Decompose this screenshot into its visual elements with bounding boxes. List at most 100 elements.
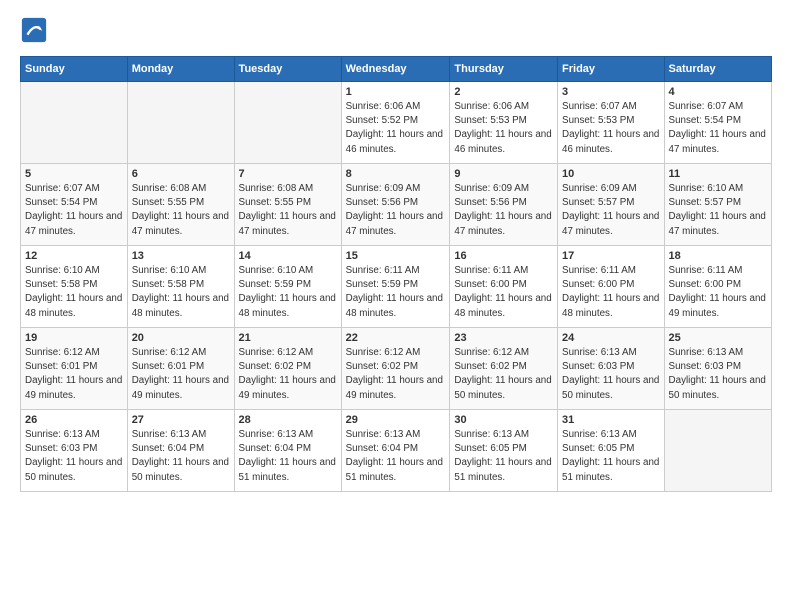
day-info: Sunrise: 6:12 AM Sunset: 6:02 PM Dayligh…	[454, 346, 553, 403]
day-info: Sunrise: 6:10 AM Sunset: 5:58 PM Dayligh…	[132, 264, 230, 321]
day-info: Sunrise: 6:13 AM Sunset: 6:03 PM Dayligh…	[25, 428, 123, 485]
day-info: Sunrise: 6:11 AM Sunset: 6:00 PM Dayligh…	[669, 264, 767, 321]
calendar-cell: 26 Sunrise: 6:13 AM Sunset: 6:03 PM Dayli…	[21, 410, 128, 492]
day-number: 29	[346, 414, 446, 426]
day-number: 18	[669, 250, 767, 262]
day-number: 4	[669, 86, 767, 98]
day-info: Sunrise: 6:06 AM Sunset: 5:52 PM Dayligh…	[346, 100, 446, 157]
day-info: Sunrise: 6:12 AM Sunset: 6:01 PM Dayligh…	[25, 346, 123, 403]
day-number: 15	[346, 250, 446, 262]
day-info: Sunrise: 6:06 AM Sunset: 5:53 PM Dayligh…	[454, 100, 553, 157]
calendar-cell: 14 Sunrise: 6:10 AM Sunset: 5:59 PM Dayli…	[234, 246, 341, 328]
day-info: Sunrise: 6:07 AM Sunset: 5:54 PM Dayligh…	[669, 100, 767, 157]
day-number: 19	[25, 332, 123, 344]
day-info: Sunrise: 6:12 AM Sunset: 6:01 PM Dayligh…	[132, 346, 230, 403]
calendar-cell: 21 Sunrise: 6:12 AM Sunset: 6:02 PM Dayli…	[234, 328, 341, 410]
day-number: 23	[454, 332, 553, 344]
day-number: 20	[132, 332, 230, 344]
calendar-cell: 20 Sunrise: 6:12 AM Sunset: 6:01 PM Dayli…	[127, 328, 234, 410]
calendar-cell: 23 Sunrise: 6:12 AM Sunset: 6:02 PM Dayli…	[450, 328, 558, 410]
day-info: Sunrise: 6:08 AM Sunset: 5:55 PM Dayligh…	[132, 182, 230, 239]
calendar-cell	[664, 410, 771, 492]
day-number: 1	[346, 86, 446, 98]
day-info: Sunrise: 6:12 AM Sunset: 6:02 PM Dayligh…	[239, 346, 337, 403]
day-number: 13	[132, 250, 230, 262]
col-header-sunday: Sunday	[21, 57, 128, 82]
day-info: Sunrise: 6:13 AM Sunset: 6:03 PM Dayligh…	[562, 346, 660, 403]
day-number: 3	[562, 86, 660, 98]
day-number: 14	[239, 250, 337, 262]
day-info: Sunrise: 6:13 AM Sunset: 6:04 PM Dayligh…	[239, 428, 337, 485]
day-number: 21	[239, 332, 337, 344]
day-number: 5	[25, 168, 123, 180]
day-info: Sunrise: 6:11 AM Sunset: 6:00 PM Dayligh…	[562, 264, 660, 321]
day-number: 10	[562, 168, 660, 180]
calendar-cell: 24 Sunrise: 6:13 AM Sunset: 6:03 PM Dayli…	[558, 328, 665, 410]
day-info: Sunrise: 6:13 AM Sunset: 6:03 PM Dayligh…	[669, 346, 767, 403]
day-number: 27	[132, 414, 230, 426]
calendar-cell: 2 Sunrise: 6:06 AM Sunset: 5:53 PM Daylig…	[450, 82, 558, 164]
day-number: 22	[346, 332, 446, 344]
calendar-cell	[127, 82, 234, 164]
day-info: Sunrise: 6:09 AM Sunset: 5:56 PM Dayligh…	[454, 182, 553, 239]
calendar-cell: 11 Sunrise: 6:10 AM Sunset: 5:57 PM Dayli…	[664, 164, 771, 246]
day-info: Sunrise: 6:09 AM Sunset: 5:56 PM Dayligh…	[346, 182, 446, 239]
day-info: Sunrise: 6:10 AM Sunset: 5:57 PM Dayligh…	[669, 182, 767, 239]
day-info: Sunrise: 6:10 AM Sunset: 5:59 PM Dayligh…	[239, 264, 337, 321]
day-info: Sunrise: 6:10 AM Sunset: 5:58 PM Dayligh…	[25, 264, 123, 321]
day-info: Sunrise: 6:13 AM Sunset: 6:05 PM Dayligh…	[562, 428, 660, 485]
calendar-cell: 17 Sunrise: 6:11 AM Sunset: 6:00 PM Dayli…	[558, 246, 665, 328]
calendar-cell: 9 Sunrise: 6:09 AM Sunset: 5:56 PM Daylig…	[450, 164, 558, 246]
day-number: 12	[25, 250, 123, 262]
day-number: 25	[669, 332, 767, 344]
col-header-wednesday: Wednesday	[341, 57, 450, 82]
calendar-cell: 7 Sunrise: 6:08 AM Sunset: 5:55 PM Daylig…	[234, 164, 341, 246]
day-number: 6	[132, 168, 230, 180]
calendar-cell: 29 Sunrise: 6:13 AM Sunset: 6:04 PM Dayli…	[341, 410, 450, 492]
calendar-cell: 13 Sunrise: 6:10 AM Sunset: 5:58 PM Dayli…	[127, 246, 234, 328]
day-number: 9	[454, 168, 553, 180]
calendar-cell: 28 Sunrise: 6:13 AM Sunset: 6:04 PM Dayli…	[234, 410, 341, 492]
calendar-cell: 10 Sunrise: 6:09 AM Sunset: 5:57 PM Dayli…	[558, 164, 665, 246]
day-number: 17	[562, 250, 660, 262]
calendar-cell: 30 Sunrise: 6:13 AM Sunset: 6:05 PM Dayli…	[450, 410, 558, 492]
calendar-cell: 31 Sunrise: 6:13 AM Sunset: 6:05 PM Dayli…	[558, 410, 665, 492]
calendar-cell: 27 Sunrise: 6:13 AM Sunset: 6:04 PM Dayli…	[127, 410, 234, 492]
calendar-cell: 15 Sunrise: 6:11 AM Sunset: 5:59 PM Dayli…	[341, 246, 450, 328]
calendar-cell: 1 Sunrise: 6:06 AM Sunset: 5:52 PM Daylig…	[341, 82, 450, 164]
calendar-table: SundayMondayTuesdayWednesdayThursdayFrid…	[20, 56, 772, 492]
day-info: Sunrise: 6:07 AM Sunset: 5:54 PM Dayligh…	[25, 182, 123, 239]
calendar-cell: 18 Sunrise: 6:11 AM Sunset: 6:00 PM Dayli…	[664, 246, 771, 328]
logo	[20, 16, 52, 44]
day-info: Sunrise: 6:07 AM Sunset: 5:53 PM Dayligh…	[562, 100, 660, 157]
calendar-cell: 3 Sunrise: 6:07 AM Sunset: 5:53 PM Daylig…	[558, 82, 665, 164]
calendar-cell	[21, 82, 128, 164]
day-info: Sunrise: 6:12 AM Sunset: 6:02 PM Dayligh…	[346, 346, 446, 403]
day-info: Sunrise: 6:13 AM Sunset: 6:05 PM Dayligh…	[454, 428, 553, 485]
col-header-monday: Monday	[127, 57, 234, 82]
day-number: 31	[562, 414, 660, 426]
day-number: 28	[239, 414, 337, 426]
day-info: Sunrise: 6:13 AM Sunset: 6:04 PM Dayligh…	[132, 428, 230, 485]
col-header-friday: Friday	[558, 57, 665, 82]
day-number: 30	[454, 414, 553, 426]
day-info: Sunrise: 6:11 AM Sunset: 6:00 PM Dayligh…	[454, 264, 553, 321]
day-info: Sunrise: 6:13 AM Sunset: 6:04 PM Dayligh…	[346, 428, 446, 485]
calendar-cell: 19 Sunrise: 6:12 AM Sunset: 6:01 PM Dayli…	[21, 328, 128, 410]
calendar-cell: 6 Sunrise: 6:08 AM Sunset: 5:55 PM Daylig…	[127, 164, 234, 246]
day-number: 11	[669, 168, 767, 180]
calendar-cell: 22 Sunrise: 6:12 AM Sunset: 6:02 PM Dayli…	[341, 328, 450, 410]
logo-icon	[20, 16, 48, 44]
day-number: 24	[562, 332, 660, 344]
day-number: 8	[346, 168, 446, 180]
day-number: 26	[25, 414, 123, 426]
day-number: 7	[239, 168, 337, 180]
day-number: 16	[454, 250, 553, 262]
calendar-cell: 4 Sunrise: 6:07 AM Sunset: 5:54 PM Daylig…	[664, 82, 771, 164]
day-info: Sunrise: 6:11 AM Sunset: 5:59 PM Dayligh…	[346, 264, 446, 321]
calendar-cell: 16 Sunrise: 6:11 AM Sunset: 6:00 PM Dayli…	[450, 246, 558, 328]
day-info: Sunrise: 6:09 AM Sunset: 5:57 PM Dayligh…	[562, 182, 660, 239]
day-number: 2	[454, 86, 553, 98]
day-info: Sunrise: 6:08 AM Sunset: 5:55 PM Dayligh…	[239, 182, 337, 239]
calendar-cell	[234, 82, 341, 164]
